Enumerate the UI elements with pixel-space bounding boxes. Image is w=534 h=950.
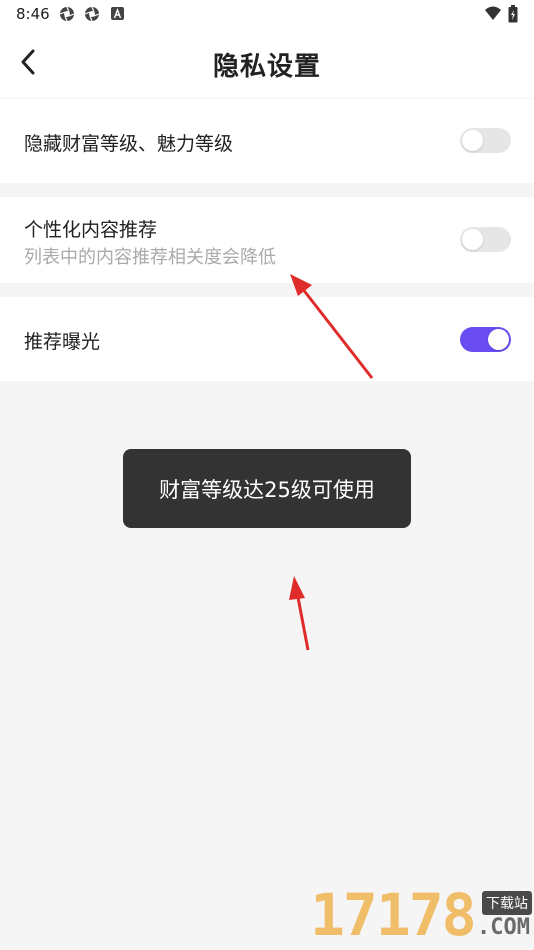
watermark-badge: 下载站 (482, 891, 532, 915)
status-time: 8:46 (16, 5, 50, 23)
aperture-icon (84, 6, 100, 22)
toggle-knob (462, 130, 483, 151)
setting-label: 隐藏财富等级、魅力等级 (24, 133, 234, 155)
status-bar: 8:46 (0, 0, 534, 28)
setting-label: 个性化内容推荐 (24, 219, 158, 241)
site-watermark: 17178 下载站 .COM (310, 885, 534, 950)
status-right-group (484, 5, 518, 23)
setting-row-exposure: 推荐曝光 (0, 297, 534, 381)
hide-levels-toggle[interactable] (460, 128, 511, 153)
setting-label: 推荐曝光 (24, 331, 101, 353)
aperture-icon (59, 6, 75, 22)
annotation-arrow-lower (289, 576, 310, 651)
toast-message: 财富等级达25级可使用 (123, 449, 411, 528)
top-app-bar: 隐私设置 (0, 28, 534, 98)
privacy-settings-screen: 8:46 隐私设置 隐藏财富等级、魅力等级 个性化内容推荐 列表中的内容推荐相关… (0, 0, 534, 950)
toast-text: 财富等级达25级可使用 (159, 477, 375, 502)
personalized-recommend-toggle[interactable] (460, 227, 511, 252)
font-a-icon (111, 7, 124, 20)
watermark-digits: 17178 (310, 881, 477, 949)
setting-row-hide-levels: 隐藏财富等级、魅力等级 (0, 99, 534, 183)
setting-row-personalized: 个性化内容推荐 列表中的内容推荐相关度会降低 (0, 197, 534, 283)
watermark-suffix: .COM (477, 915, 530, 940)
toggle-knob (488, 329, 509, 350)
page-title: 隐私设置 (212, 52, 321, 82)
recommend-exposure-toggle[interactable] (460, 327, 511, 352)
battery-charging-icon (508, 5, 518, 23)
setting-subtitle: 列表中的内容推荐相关度会降低 (24, 247, 276, 268)
wifi-icon (485, 6, 501, 20)
toggle-knob (462, 229, 483, 250)
